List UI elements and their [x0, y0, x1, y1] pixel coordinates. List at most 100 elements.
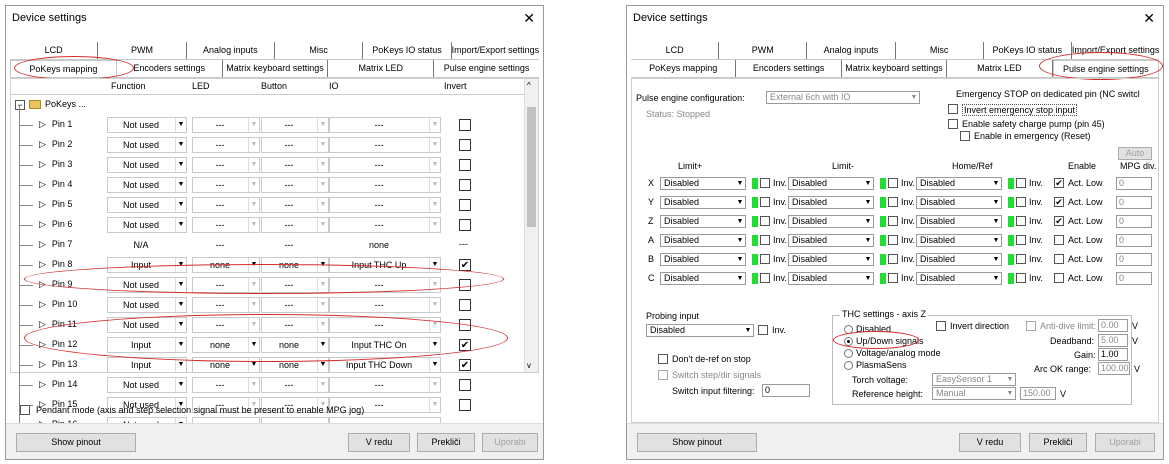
inv-checkbox[interactable]: [888, 235, 898, 245]
expand-icon[interactable]: ▷: [39, 259, 46, 269]
ok-button[interactable]: V redu: [959, 433, 1021, 452]
limm-select[interactable]: Disabled ▼: [788, 234, 874, 247]
expand-icon[interactable]: ▷: [39, 319, 46, 329]
pin-label[interactable]: ▷ Pin 8: [39, 259, 72, 270]
inv-checkbox[interactable]: [760, 254, 770, 264]
pin-label[interactable]: ▷ Pin 9: [39, 279, 72, 290]
pin-label[interactable]: ▷ Pin 6: [39, 219, 72, 230]
invert-checkbox[interactable]: [459, 319, 471, 331]
inv-checkbox[interactable]: [760, 273, 770, 283]
scroll-up-icon[interactable]: ^: [527, 81, 531, 90]
inv-checkbox[interactable]: [888, 216, 898, 226]
show-pinout-button[interactable]: Show pinout: [637, 433, 757, 452]
act-low-checkbox[interactable]: [1054, 235, 1064, 245]
button-select[interactable]: --- ▼: [261, 137, 329, 153]
tab-pulse-engine-settings[interactable]: Pulse engine settings: [434, 60, 539, 77]
led-select[interactable]: ---: [192, 237, 260, 253]
tab-matrix-led[interactable]: Matrix LED: [328, 60, 435, 77]
tab-lcd[interactable]: LCD: [631, 42, 720, 59]
function-select[interactable]: Not used ▼: [107, 297, 187, 313]
led-select[interactable]: --- ▼: [192, 297, 260, 313]
function-select[interactable]: Not used ▼: [107, 197, 187, 213]
invert-checkbox[interactable]: ✔: [459, 259, 471, 271]
led-select[interactable]: none ▼: [192, 337, 260, 353]
tab-matrix-led[interactable]: Matrix LED: [947, 60, 1053, 77]
button-select[interactable]: --- ▼: [261, 277, 329, 293]
ref-height-input[interactable]: 150.00: [1020, 387, 1056, 400]
pin-label[interactable]: ▷ Pin 3: [39, 159, 72, 170]
io-select[interactable]: --- ▼: [329, 137, 441, 153]
tab-matrix-keyboard-settings[interactable]: Matrix keyboard settings: [842, 60, 948, 77]
function-select[interactable]: Input ▼: [107, 337, 187, 353]
invert-checkbox[interactable]: [459, 219, 471, 231]
io-select[interactable]: --- ▼: [329, 297, 441, 313]
expand-icon[interactable]: ▷: [39, 119, 46, 129]
pin-label[interactable]: ▷ Pin 12: [39, 339, 77, 350]
button-select[interactable]: none ▼: [261, 337, 329, 353]
close-icon[interactable]: ✕: [523, 6, 535, 30]
switch-filter-input[interactable]: 0: [762, 384, 810, 397]
tab-import-export-settings[interactable]: Import/Export settings: [1072, 42, 1159, 59]
pendant-mode-checkbox[interactable]: [20, 405, 30, 415]
expand-icon[interactable]: ▷: [39, 339, 46, 349]
cancel-button[interactable]: Prekliči: [417, 433, 475, 452]
expand-icon[interactable]: ▷: [39, 299, 46, 309]
invert-checkbox[interactable]: [459, 299, 471, 311]
function-select[interactable]: Not used ▼: [107, 317, 187, 333]
inv-checkbox[interactable]: [888, 197, 898, 207]
button-select[interactable]: --- ▼: [261, 217, 329, 233]
inv-checkbox[interactable]: [888, 273, 898, 283]
io-select[interactable]: --- ▼: [329, 317, 441, 333]
io-select[interactable]: Input THC Up ▼: [329, 257, 441, 273]
enable-emergency-checkbox[interactable]: [960, 131, 970, 141]
arcok-input[interactable]: 100.00: [1098, 362, 1130, 375]
inv-checkbox[interactable]: [888, 254, 898, 264]
led-select[interactable]: none ▼: [192, 257, 260, 273]
home-select[interactable]: Disabled ▼: [916, 272, 1002, 285]
ref-select[interactable]: Manual ▼: [932, 387, 1016, 400]
mpg-div-input[interactable]: 0: [1116, 177, 1152, 190]
led-select[interactable]: --- ▼: [192, 117, 260, 133]
show-pinout-button[interactable]: Show pinout: [16, 433, 136, 452]
pin-label[interactable]: ▷ Pin 1: [39, 119, 72, 130]
tree-root[interactable]: − PoKeys ...: [11, 95, 524, 115]
vertical-scrollbar[interactable]: ^ v: [524, 79, 538, 372]
act-low-checkbox[interactable]: ✔: [1054, 197, 1064, 207]
function-select[interactable]: N/A: [107, 237, 187, 253]
tab-analog-inputs[interactable]: Analog inputs: [807, 42, 896, 59]
limm-select[interactable]: Disabled ▼: [788, 215, 874, 228]
home-select[interactable]: Disabled ▼: [916, 234, 1002, 247]
led-select[interactable]: --- ▼: [192, 177, 260, 193]
inv-checkbox[interactable]: [1016, 273, 1026, 283]
led-select[interactable]: --- ▼: [192, 277, 260, 293]
torch-select[interactable]: EasySensor 1 ▼: [932, 373, 1016, 386]
tab-pwm[interactable]: PWM: [98, 42, 187, 59]
function-select[interactable]: Input ▼: [107, 357, 187, 373]
invert-checkbox[interactable]: [459, 379, 471, 391]
gain-input[interactable]: 1.00: [1098, 348, 1128, 361]
button-select[interactable]: --- ▼: [261, 317, 329, 333]
inv-checkbox[interactable]: [1016, 178, 1026, 188]
tab-matrix-keyboard-settings[interactable]: Matrix keyboard settings: [223, 60, 329, 77]
inv-checkbox[interactable]: [1016, 235, 1026, 245]
limp-select[interactable]: Disabled ▼: [660, 253, 746, 266]
pin-label[interactable]: ▷ Pin 5: [39, 199, 72, 210]
button-select[interactable]: none ▼: [261, 357, 329, 373]
tab-analog-inputs[interactable]: Analog inputs: [187, 42, 275, 59]
anti-dive-checkbox[interactable]: [1026, 321, 1036, 331]
act-low-checkbox[interactable]: ✔: [1054, 178, 1064, 188]
invert-direction-checkbox[interactable]: [936, 321, 946, 331]
tab-pokeys-mapping[interactable]: PoKeys mapping: [10, 60, 117, 77]
collapse-icon[interactable]: −: [15, 100, 25, 110]
limp-select[interactable]: Disabled ▼: [660, 196, 746, 209]
home-select[interactable]: Disabled ▼: [916, 196, 1002, 209]
limp-select[interactable]: Disabled ▼: [660, 272, 746, 285]
function-select[interactable]: Not used ▼: [107, 157, 187, 173]
mpg-div-input[interactable]: 0: [1116, 215, 1152, 228]
function-select[interactable]: Not used ▼: [107, 217, 187, 233]
inv-checkbox[interactable]: [1016, 254, 1026, 264]
led-select[interactable]: --- ▼: [192, 217, 260, 233]
close-icon[interactable]: ✕: [1143, 6, 1155, 30]
invert-estop-checkbox[interactable]: [948, 104, 958, 114]
inv-checkbox[interactable]: [760, 197, 770, 207]
